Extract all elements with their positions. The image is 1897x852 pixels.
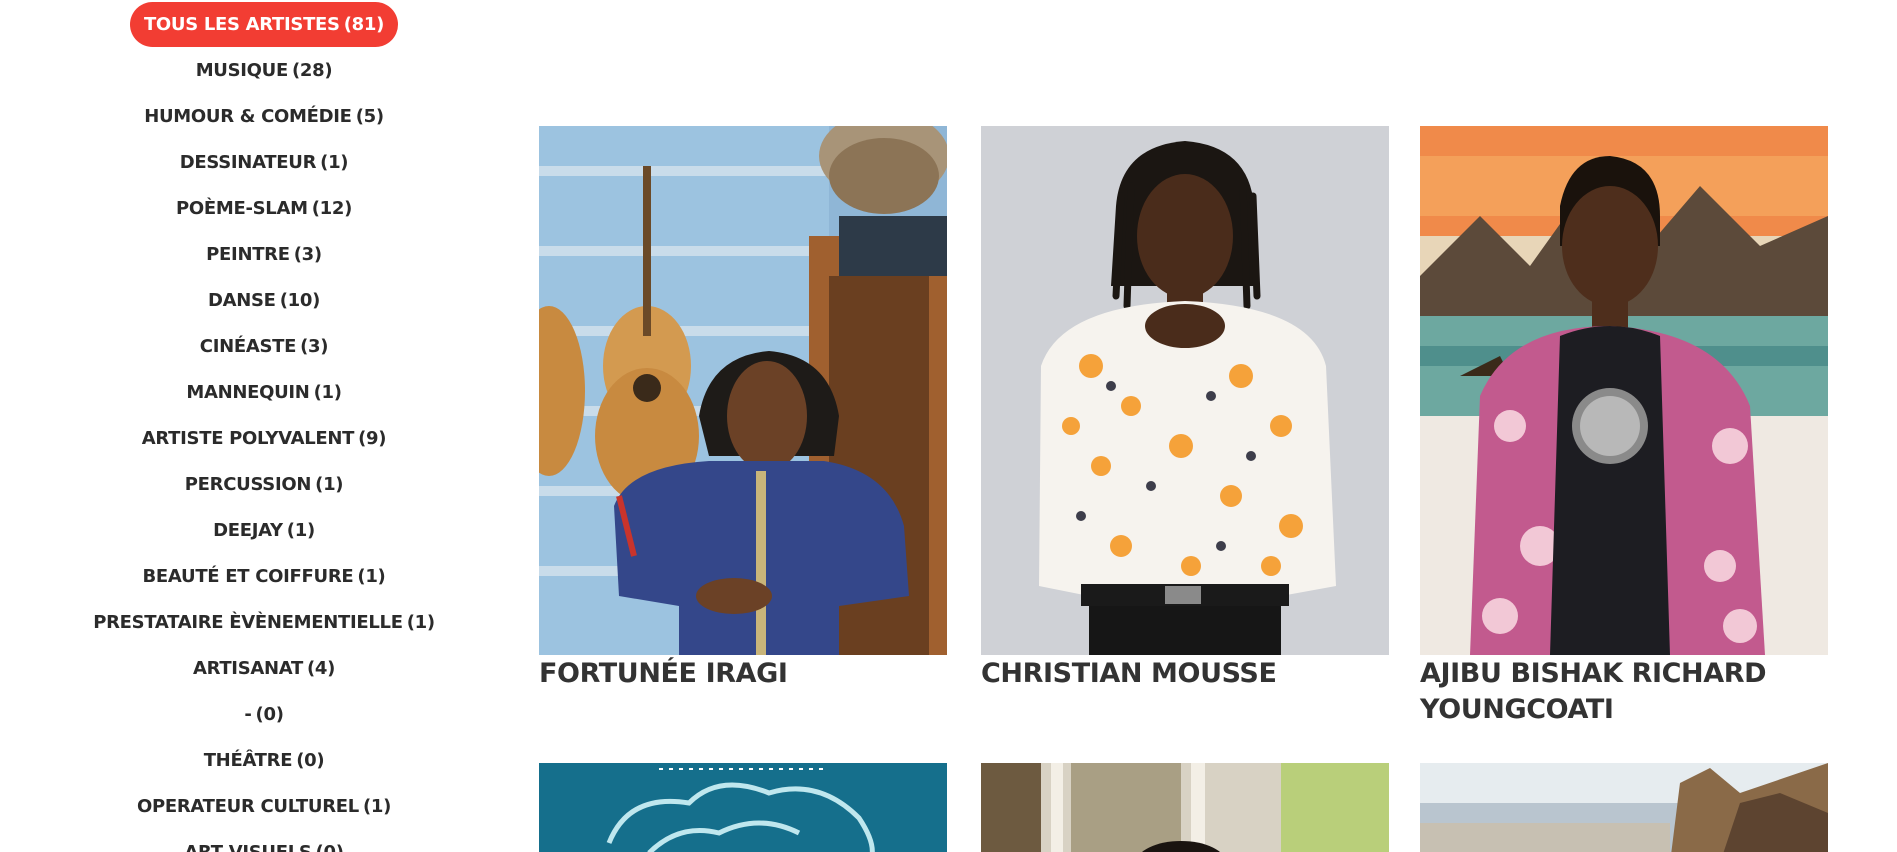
category-item-humour-comedie: HUMOUR & COMÉDIE (5): [0, 93, 528, 139]
category-label: BEAUTÉ ET COIFFURE: [142, 565, 354, 587]
category-link-artisanat[interactable]: ARTISANAT (4): [193, 658, 335, 679]
category-link-prestataire-evenementielle[interactable]: PRESTATAIRE ÈVÈNEMENTIELLE (1): [93, 612, 435, 633]
category-link-danse[interactable]: DANSE (10): [208, 290, 320, 311]
category-label: DEEJAY: [213, 519, 283, 541]
category-count: (12): [311, 197, 353, 219]
artist-card[interactable]: FORTUNÉE IRAGI: [539, 126, 947, 726]
category-label: ART VISUELS: [184, 841, 312, 852]
category-count: (0): [315, 841, 344, 852]
category-link-deejay[interactable]: DEEJAY (1): [213, 520, 315, 541]
category-label: HUMOUR & COMÉDIE: [144, 105, 352, 127]
category-item-mannequin: MANNEQUIN (1): [0, 369, 528, 415]
artist-photo[interactable]: [981, 763, 1389, 852]
category-item-art-visuels: ART VISUELS (0): [0, 829, 528, 852]
category-item-poeme-slam: POÈME-SLAM (12): [0, 185, 528, 231]
category-label: DESSINATEUR: [179, 151, 317, 173]
category-item-danse: DANSE (10): [0, 277, 528, 323]
category-count: (81): [343, 13, 385, 35]
category-link-all-artists[interactable]: TOUS LES ARTISTES (81): [129, 1, 399, 47]
category-label: ARTISANAT: [192, 657, 303, 679]
artist-photo[interactable]: [1420, 763, 1828, 852]
category-count: (1): [286, 519, 315, 541]
category-link-musique[interactable]: MUSIQUE (28): [196, 60, 333, 81]
category-item-dessinateur: DESSINATEUR (1): [0, 139, 528, 185]
category-item-beaute-coiffure: BEAUTÉ ET COIFFURE (1): [0, 553, 528, 599]
artists-page: TOUS LES ARTISTES (81) MUSIQUE (28) HUMOUR…: [0, 0, 1897, 852]
category-link-artiste-polyvalent[interactable]: ARTISTE POLYVALENT (9): [141, 427, 387, 449]
artist-photo[interactable]: [981, 126, 1389, 655]
category-item-operateur-culturel: OPERATEUR CULTUREL (1): [0, 783, 528, 829]
category-label: MANNEQUIN: [186, 381, 310, 403]
artist-photo-image: [1420, 126, 1828, 655]
artist-photo-image: [539, 126, 947, 655]
artist-card[interactable]: CHRISTIAN MOUSSE: [981, 126, 1389, 726]
artist-name[interactable]: FORTUNÉE IRAGI: [539, 656, 947, 692]
category-link-art-visuels[interactable]: ART VISUELS (0): [184, 841, 344, 852]
category-count: (28): [292, 59, 333, 81]
category-count: (1): [357, 565, 386, 587]
category-label: TOUS LES ARTISTES: [143, 13, 340, 35]
category-item-percussion: PERCUSSION (1): [0, 461, 528, 507]
artist-name[interactable]: AJIBU BISHAK RICHARD YOUNGCOATI: [1420, 656, 1828, 728]
category-link-poeme-slam[interactable]: POÈME-SLAM (12): [176, 198, 352, 219]
category-count: (1): [320, 151, 349, 173]
category-count: (1): [362, 795, 392, 817]
category-filter-sidebar: TOUS LES ARTISTES (81) MUSIQUE (28) HUMOUR…: [0, 0, 528, 852]
category-label: CINÉASTE: [199, 335, 297, 357]
artist-photo-image: [981, 126, 1389, 655]
category-link-dessinateur[interactable]: DESSINATEUR (1): [179, 151, 349, 173]
category-link-beaute-coiffure[interactable]: BEAUTÉ ET COIFFURE (1): [143, 566, 386, 587]
category-link-operateur-culturel[interactable]: OPERATEUR CULTUREL (1): [137, 796, 391, 817]
category-item-all-artists: TOUS LES ARTISTES (81): [0, 1, 528, 47]
artist-photo[interactable]: [539, 126, 947, 655]
category-label: PEINTRE: [206, 243, 290, 265]
category-link-peintre[interactable]: PEINTRE (3): [206, 244, 322, 265]
category-count: (1): [313, 381, 342, 403]
artist-card[interactable]: AJIBU BISHAK RICHARD YOUNGCOATI: [1420, 126, 1828, 726]
category-item-cineaste: CINÉASTE (3): [0, 323, 528, 369]
category-count: (4): [306, 657, 336, 679]
category-count: (10): [279, 289, 321, 311]
category-item-artiste-polyvalent: ARTISTE POLYVALENT (9): [0, 415, 528, 461]
artist-photo-image: [1420, 763, 1828, 852]
category-label: MUSIQUE: [195, 59, 289, 81]
category-item-prestataire-evenementielle: PRESTATAIRE ÈVÈNEMENTIELLE (1): [0, 599, 528, 645]
category-count: (3): [300, 335, 329, 357]
category-link-theatre[interactable]: THÉÂTRE (0): [204, 750, 325, 771]
category-label: PRESTATAIRE ÈVÈNEMENTIELLE: [93, 611, 403, 633]
category-item-artisanat: ARTISANAT (4): [0, 645, 528, 691]
category-item-dash: - (0): [0, 691, 528, 737]
category-item-peintre: PEINTRE (3): [0, 231, 528, 277]
category-count: (5): [355, 105, 384, 127]
category-label: -: [244, 703, 252, 725]
category-item-musique: MUSIQUE (28): [0, 47, 528, 93]
category-link-dash[interactable]: - (0): [244, 703, 284, 725]
category-label: DANSE: [207, 289, 276, 311]
category-label: POÈME-SLAM: [175, 197, 308, 219]
artist-photo[interactable]: [539, 763, 947, 852]
category-label: ARTISTE POLYVALENT: [141, 427, 355, 449]
category-item-deejay: DEEJAY (1): [0, 507, 528, 553]
category-label: THÉÂTRE: [203, 749, 293, 771]
category-label: PERCUSSION: [184, 473, 312, 495]
category-link-mannequin[interactable]: MANNEQUIN (1): [186, 381, 342, 403]
category-count: (1): [406, 611, 435, 633]
category-count: (0): [255, 703, 284, 725]
category-count: (1): [315, 473, 344, 495]
category-count: (9): [358, 427, 387, 449]
category-count: (0): [296, 749, 325, 771]
category-link-cineaste[interactable]: CINÉASTE (3): [199, 335, 329, 357]
artist-photo-image: [981, 763, 1389, 852]
category-link-percussion[interactable]: PERCUSSION (1): [184, 473, 344, 495]
category-label: OPERATEUR CULTUREL: [136, 795, 359, 817]
category-count: (3): [293, 243, 322, 265]
artist-name[interactable]: CHRISTIAN MOUSSE: [981, 656, 1389, 692]
artist-photo[interactable]: [1420, 126, 1828, 655]
artist-photo-image: [539, 763, 947, 852]
category-link-humour-comedie[interactable]: HUMOUR & COMÉDIE (5): [144, 106, 384, 127]
category-item-theatre: THÉÂTRE (0): [0, 737, 528, 783]
